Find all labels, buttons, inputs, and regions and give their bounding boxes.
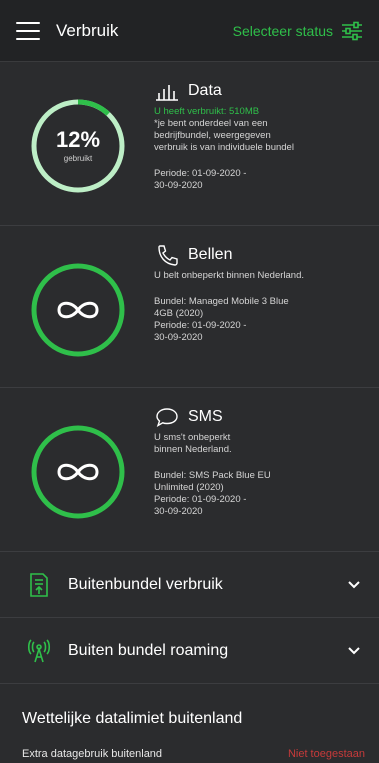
page-title: Verbruik: [56, 20, 119, 40]
accordion-outside-bundle[interactable]: Buitenbundel verbruik: [0, 552, 379, 618]
legal-row-value: Niet toegestaan: [287, 748, 365, 760]
data-period-line: Periode: 01-09-2020 -: [154, 168, 247, 179]
sms-title: SMS: [188, 408, 223, 425]
phone-icon: [158, 245, 178, 266]
chevron-down-icon[interactable]: [347, 580, 361, 590]
chat-bubble-icon: [156, 408, 178, 427]
accordion-roaming[interactable]: Buiten bundel roaming: [0, 618, 379, 684]
usage-percent-caption: gebruikt: [63, 154, 93, 163]
antenna-icon: [27, 638, 51, 662]
data-usage-ring: 12% gebruikt: [30, 98, 126, 194]
app-header: Verbruik Selecteer status: [0, 0, 379, 62]
sms-info: SMS U sms't onbeperkt binnen Nederland. …: [154, 402, 363, 518]
data-note-line: bedrijfbundel, weergegeven: [154, 130, 271, 141]
legal-row: Extra datagebruik buitenland Niet toeges…: [0, 728, 379, 760]
hamburger-icon[interactable]: [16, 21, 40, 40]
data-info: Data U heeft verbruikt: 510MB *je bent o…: [154, 76, 363, 192]
sms-desc-line: U sms't onbeperkt: [154, 432, 231, 443]
legal-row-label: Extra datagebruik buitenland: [22, 748, 163, 760]
accordion-label: Buitenbundel verbruik: [68, 575, 223, 593]
data-note-line: *je bent onderdeel van een: [154, 118, 268, 129]
infinity-icon: [57, 301, 99, 319]
data-used-line: U heeft verbruikt: 510MB: [154, 106, 260, 117]
accordion-label: Buiten bundel roaming: [68, 641, 229, 659]
calls-period-line: 30-09-2020: [154, 332, 203, 343]
sms-bundle-line: Unlimited (2020): [154, 482, 224, 493]
data-title: Data: [188, 82, 222, 99]
sms-period-line: Periode: 01-09-2020 -: [154, 494, 247, 505]
data-period-line: 30-09-2020: [154, 180, 203, 191]
calls-card: Bellen U belt onbeperkt binnen Nederland…: [0, 226, 379, 388]
legal-section-title: Wettelijke datalimiet buitenland: [22, 710, 243, 727]
usage-percent: 12%: [55, 127, 101, 152]
sms-desc-line: binnen Nederland.: [154, 444, 232, 455]
document-arrow-icon: [30, 572, 48, 597]
bar-chart-icon: [156, 85, 178, 101]
calls-title: Bellen: [188, 246, 233, 263]
sms-card: SMS U sms't onbeperkt binnen Nederland. …: [0, 388, 379, 552]
data-note-line: verbruik is van individuele bundel: [154, 142, 294, 153]
calls-unlimited-ring: [30, 262, 126, 358]
calls-period-line: Periode: 01-09-2020 -: [154, 320, 247, 331]
sms-unlimited-ring: [30, 424, 126, 520]
calls-info: Bellen U belt onbeperkt binnen Nederland…: [154, 240, 363, 344]
chevron-down-icon[interactable]: [347, 646, 361, 656]
data-usage-card: 12% gebruikt Data U heeft verbruikt: 510…: [0, 62, 379, 226]
sliders-icon[interactable]: [341, 20, 363, 42]
calls-bundle-line: 4GB (2020): [154, 308, 204, 319]
sms-bundle-line: Bundel: SMS Pack Blue EU: [154, 470, 271, 481]
select-status-link[interactable]: Selecteer status: [233, 23, 333, 39]
sms-period-line: 30-09-2020: [154, 506, 203, 517]
infinity-icon: [57, 463, 99, 481]
calls-desc: U belt onbeperkt binnen Nederland.: [154, 270, 304, 281]
calls-bundle-line: Bundel: Managed Mobile 3 Blue: [154, 296, 289, 307]
